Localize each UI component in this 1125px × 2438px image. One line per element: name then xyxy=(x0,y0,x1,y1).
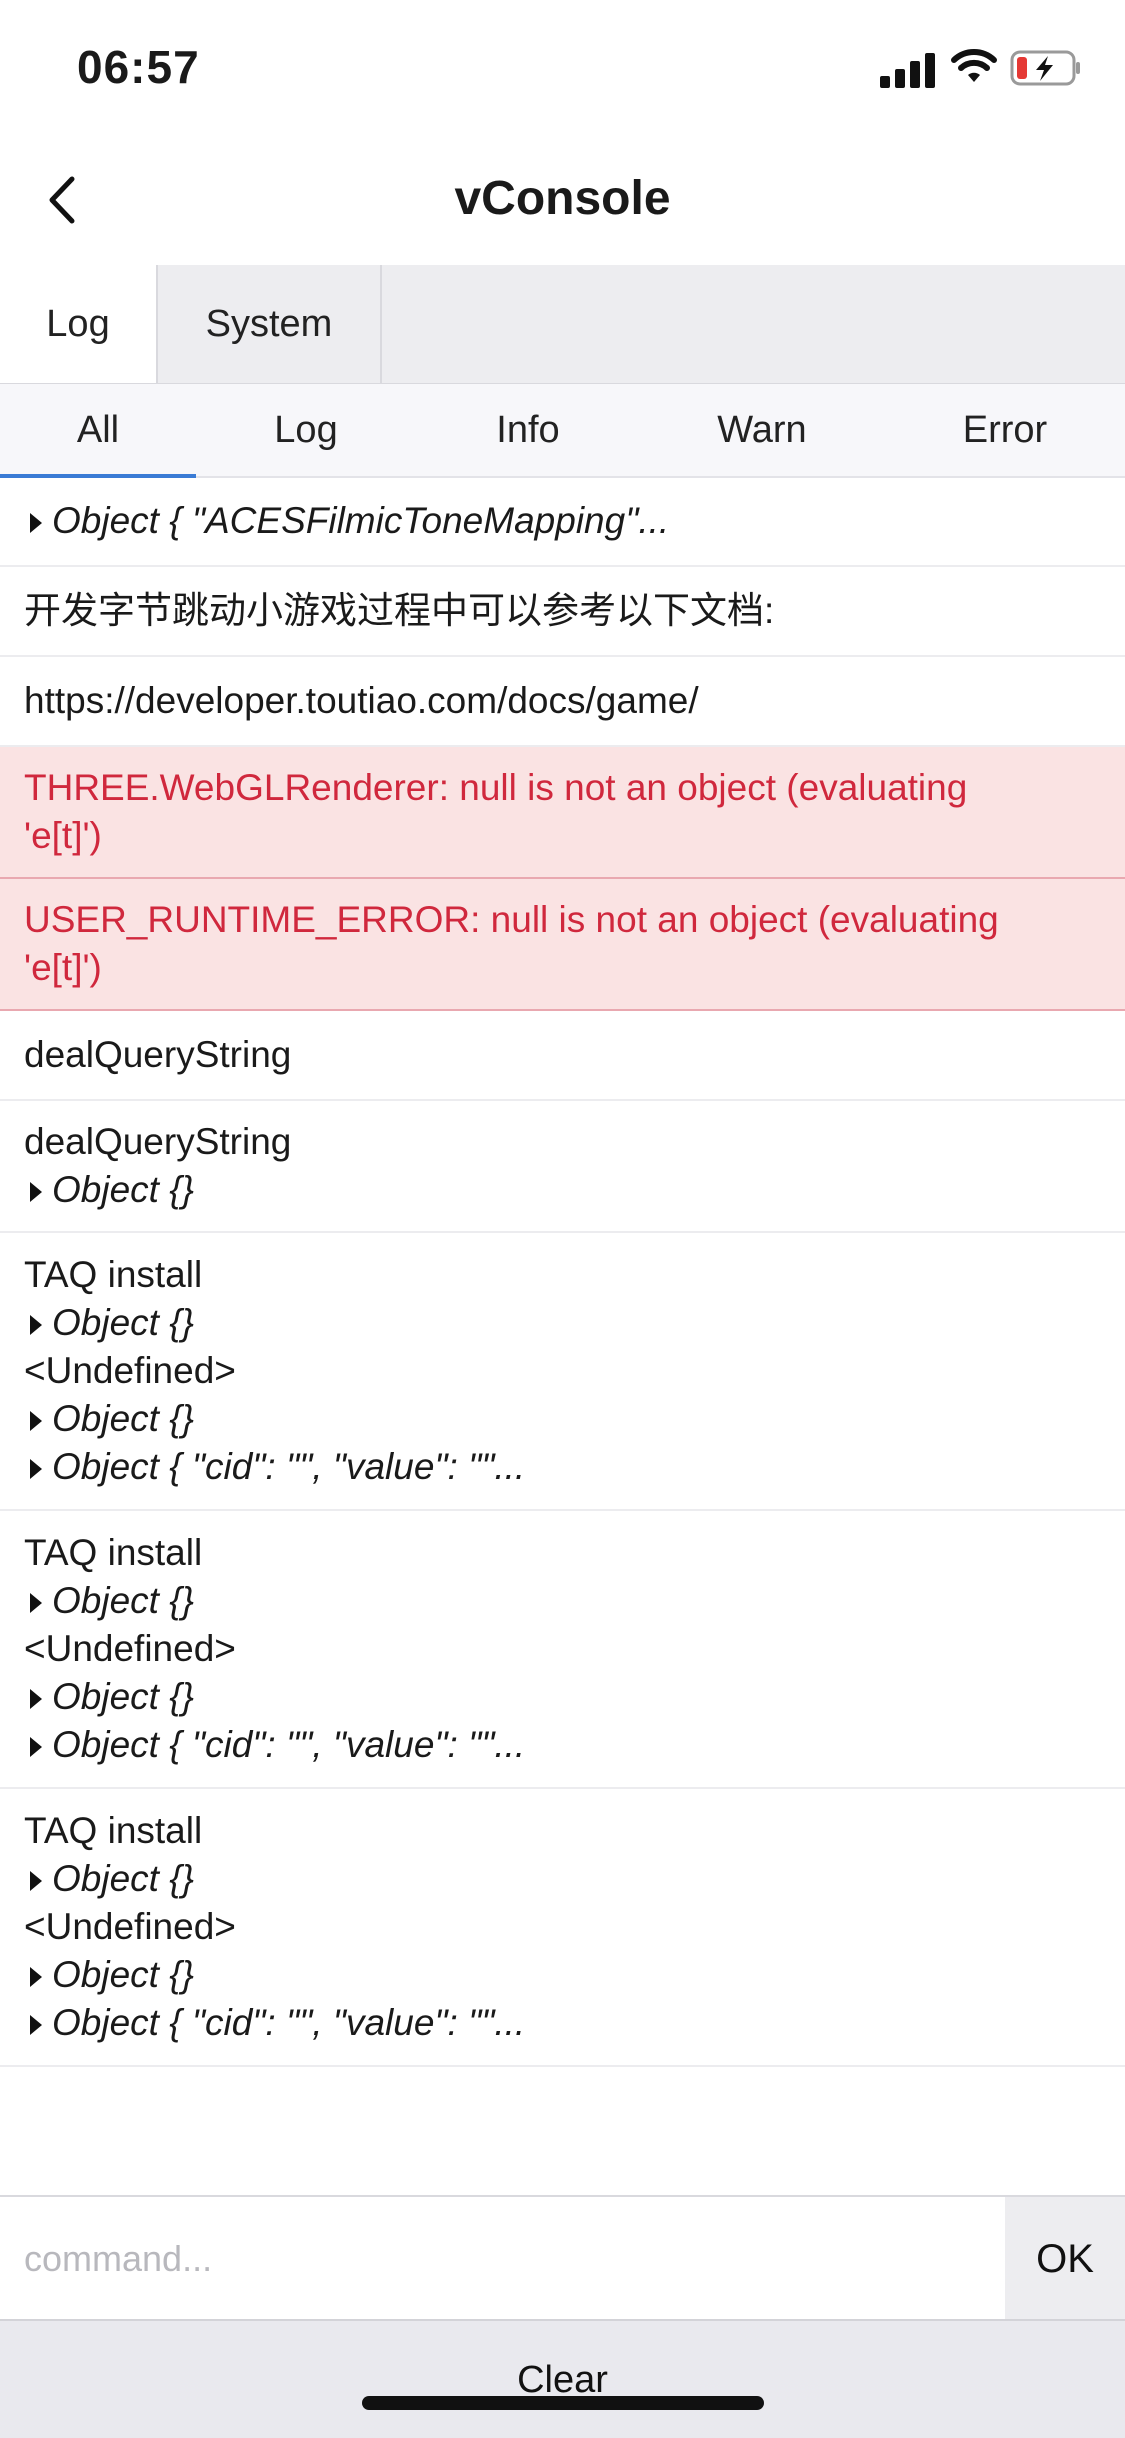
object-text: Object {} xyxy=(52,1169,194,1210)
expand-triangle-icon[interactable] xyxy=(30,1411,42,1432)
tab-system[interactable]: System xyxy=(158,265,382,383)
log-row: TAQ install Object {} <Undefined> Object {}… xyxy=(0,1511,1125,1789)
expand-triangle-icon[interactable] xyxy=(30,2015,42,2036)
filter-tab-log[interactable]: Log xyxy=(206,384,406,476)
log-row-error: USER_RUNTIME_ERROR: null is not an objec… xyxy=(0,879,1125,1011)
object-text: Object { "cid": "", "value": ""... xyxy=(52,1724,526,1765)
log-text: <Undefined> xyxy=(24,1906,236,1947)
filter-tab-error[interactable]: Error xyxy=(905,384,1105,476)
log-row-error: THREE.WebGLRenderer: null is not an obje… xyxy=(0,747,1125,879)
log-text: THREE.WebGLRenderer: null is not an obje… xyxy=(24,767,968,808)
object-entry[interactable]: Object {} xyxy=(24,1166,1101,1214)
log-text: 'e[t]') xyxy=(24,947,102,988)
log-text: <Undefined> xyxy=(24,1350,236,1391)
log-text: <Undefined> xyxy=(24,1628,236,1669)
expand-triangle-icon[interactable] xyxy=(30,1315,42,1336)
log-text: https://developer.toutiao.com/docs/game/ xyxy=(24,680,699,721)
log-text: dealQueryString xyxy=(24,1034,292,1075)
filter-tab-info[interactable]: Info xyxy=(428,384,628,476)
log-text: TAQ install xyxy=(24,1254,203,1295)
nav-bar: vConsole xyxy=(0,135,1125,265)
log-row: https://developer.toutiao.com/docs/game/ xyxy=(0,657,1125,747)
home-indicator xyxy=(362,2396,764,2410)
object-entry[interactable]: Object {} xyxy=(24,1395,1101,1443)
object-entry[interactable]: Object {} xyxy=(24,1951,1101,1999)
object-text: Object {} xyxy=(52,1858,194,1899)
object-entry[interactable]: Object {} xyxy=(24,1577,1101,1625)
object-text: Object { "ACESFilmicToneMapping"... xyxy=(52,500,670,541)
log-text: USER_RUNTIME_ERROR: null is not an objec… xyxy=(24,899,999,940)
object-text: Object {} xyxy=(52,1676,194,1717)
object-text: Object {} xyxy=(52,1302,194,1343)
expand-triangle-icon[interactable] xyxy=(30,1182,42,1203)
object-entry[interactable]: Object {} xyxy=(24,1299,1101,1347)
status-time: 06:57 xyxy=(77,41,200,93)
tab-log[interactable]: Log xyxy=(0,265,158,383)
cellular-signal-icon xyxy=(880,52,938,88)
ok-button[interactable]: OK xyxy=(1005,2197,1125,2321)
expand-triangle-icon[interactable] xyxy=(30,1871,42,1892)
log-text: dealQueryString xyxy=(24,1121,292,1162)
bottom-toolbar: Clear xyxy=(0,2319,1125,2438)
object-text: Object {} xyxy=(52,1580,194,1621)
object-entry[interactable]: Object {} xyxy=(24,1673,1101,1721)
object-entry[interactable]: Object { "ACESFilmicToneMapping"... xyxy=(24,497,1101,545)
object-text: Object {} xyxy=(52,1398,194,1439)
status-bar: 06:57 xyxy=(0,0,1125,135)
log-text: 开发字节跳动小游戏过程中可以参考以下文档: xyxy=(24,590,775,631)
panel-tabs: Log System xyxy=(0,265,1125,385)
wifi-icon xyxy=(951,49,997,82)
log-row: TAQ install Object {} <Undefined> Object {}… xyxy=(0,1789,1125,2067)
filter-tab-all[interactable]: All xyxy=(0,384,196,478)
object-entry[interactable]: Object { "cid": "", "value": ""... xyxy=(24,1443,1101,1491)
expand-triangle-icon[interactable] xyxy=(30,1689,42,1710)
filter-tab-warn[interactable]: Warn xyxy=(662,384,862,476)
page-title: vConsole xyxy=(454,172,671,225)
log-text: TAQ install xyxy=(24,1810,203,1851)
battery-low-icon xyxy=(1010,50,1080,86)
object-text: Object {} xyxy=(52,1954,194,1995)
log-list: Object { "ACESFilmicToneMapping"... 开发字节跳… xyxy=(0,477,1125,2067)
object-entry[interactable]: Object { "cid": "", "value": ""... xyxy=(24,1721,1101,1769)
log-row: TAQ install Object {} <Undefined> Object {}… xyxy=(0,1233,1125,1511)
log-filter-tabs: All Log Info Warn Error xyxy=(0,384,1125,478)
expand-triangle-icon[interactable] xyxy=(30,1737,42,1758)
log-text: TAQ install xyxy=(24,1532,203,1573)
log-row: Object { "ACESFilmicToneMapping"... xyxy=(0,477,1125,567)
expand-triangle-icon[interactable] xyxy=(30,1593,42,1614)
expand-triangle-icon[interactable] xyxy=(30,1459,42,1480)
log-row: dealQueryString Object {} xyxy=(0,1101,1125,1233)
object-entry[interactable]: Object { "cid": "", "value": ""... xyxy=(24,1999,1101,2047)
log-row: dealQueryString xyxy=(0,1011,1125,1101)
command-input[interactable] xyxy=(0,2197,1005,2321)
object-entry[interactable]: Object {} xyxy=(24,1855,1101,1903)
expand-triangle-icon[interactable] xyxy=(30,1967,42,1988)
command-bar: OK xyxy=(0,2195,1125,2321)
object-text: Object { "cid": "", "value": ""... xyxy=(52,2002,526,2043)
log-row: 开发字节跳动小游戏过程中可以参考以下文档: xyxy=(0,567,1125,657)
expand-triangle-icon[interactable] xyxy=(30,513,42,534)
log-text: 'e[t]') xyxy=(24,815,102,856)
object-text: Object { "cid": "", "value": ""... xyxy=(52,1446,526,1487)
